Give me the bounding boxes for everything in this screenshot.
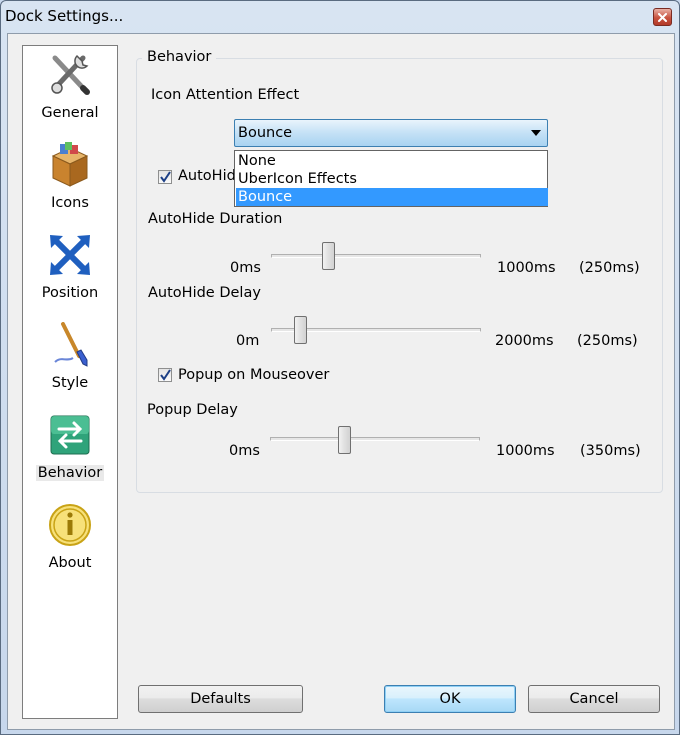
icon-attention-label: Icon Attention Effect <box>151 87 300 103</box>
sidebar-item-label: General <box>41 105 99 121</box>
slider-current-value: (250ms) <box>579 260 640 276</box>
dock-settings-window: Dock Settings... General Icons Position … <box>0 0 680 735</box>
info-icon <box>49 504 91 546</box>
checkmark-icon <box>160 171 171 183</box>
ok-button[interactable]: OK <box>384 685 516 713</box>
group-title: Behavior <box>142 49 217 65</box>
slider-max-label: 1000ms <box>497 260 556 276</box>
autohide-duration-label: AutoHide Duration <box>148 211 283 227</box>
sidebar-item-behavior[interactable]: Behavior <box>23 408 117 494</box>
arrows-icon <box>50 235 90 275</box>
sidebar-item-label: Icons <box>51 195 89 211</box>
defaults-button[interactable]: Defaults <box>138 685 303 713</box>
popup-delay-track <box>270 437 480 441</box>
popup-on-mouseover-checkbox[interactable] <box>158 368 172 382</box>
autohide-duration-track <box>271 254 481 258</box>
cancel-button[interactable]: Cancel <box>528 685 660 713</box>
dropdown-option-none[interactable]: None <box>236 152 548 170</box>
slider-current-value: (350ms) <box>580 443 641 459</box>
sidebar-item-label: Position <box>41 285 99 301</box>
tools-icon <box>51 54 90 95</box>
title-bar[interactable]: Dock Settings... <box>1 1 679 33</box>
autohide-label: AutoHid <box>178 168 236 184</box>
behavior-icon <box>50 415 90 455</box>
icon-attention-select[interactable]: Bounce <box>234 119 548 147</box>
checkmark-icon <box>160 369 171 381</box>
popup-delay-label: Popup Delay <box>147 402 238 418</box>
icon-attention-dropdown: None UberIcon Effects Bounce <box>234 150 548 207</box>
dropdown-option-ubericon[interactable]: UberIcon Effects <box>236 170 548 188</box>
dialog-client-area: General Icons Position Style Behavior Ab… <box>7 33 675 730</box>
slider-max-label: 1000ms <box>496 443 555 459</box>
brush-icon <box>54 322 88 367</box>
sidebar-item-position[interactable]: Position <box>23 228 117 314</box>
autohide-delay-slider[interactable] <box>294 316 308 344</box>
popup-delay-slider[interactable] <box>337 426 351 454</box>
sidebar-item-icons[interactable]: Icons <box>23 138 117 224</box>
sidebar-item-style[interactable]: Style <box>23 318 117 404</box>
sidebar-item-about[interactable]: About <box>23 498 117 584</box>
chevron-down-icon <box>531 130 541 136</box>
category-sidebar: General Icons Position Style Behavior Ab… <box>22 45 118 719</box>
sidebar-item-label: About <box>48 555 92 571</box>
slider-min-label: 0m <box>236 333 260 349</box>
selected-value: Bounce <box>238 125 293 141</box>
autohide-duration-slider[interactable] <box>321 242 335 270</box>
sidebar-item-label: Behavior <box>35 465 105 481</box>
sidebar-item-label: Style <box>51 375 89 391</box>
autohide-delay-label: AutoHide Delay <box>148 285 261 301</box>
close-button[interactable] <box>653 8 672 26</box>
slider-max-label: 2000ms <box>495 333 554 349</box>
slider-min-label: 0ms <box>229 443 260 459</box>
popup-on-mouseover-label: Popup on Mouseover <box>178 367 330 383</box>
slider-min-label: 0ms <box>230 260 261 276</box>
sidebar-item-general[interactable]: General <box>23 48 117 134</box>
slider-current-value: (250ms) <box>577 333 638 349</box>
box-icon <box>51 142 89 187</box>
close-icon <box>658 12 667 22</box>
window-title: Dock Settings... <box>5 7 124 25</box>
dropdown-option-bounce[interactable]: Bounce <box>236 188 548 206</box>
autohide-checkbox[interactable] <box>158 170 172 184</box>
